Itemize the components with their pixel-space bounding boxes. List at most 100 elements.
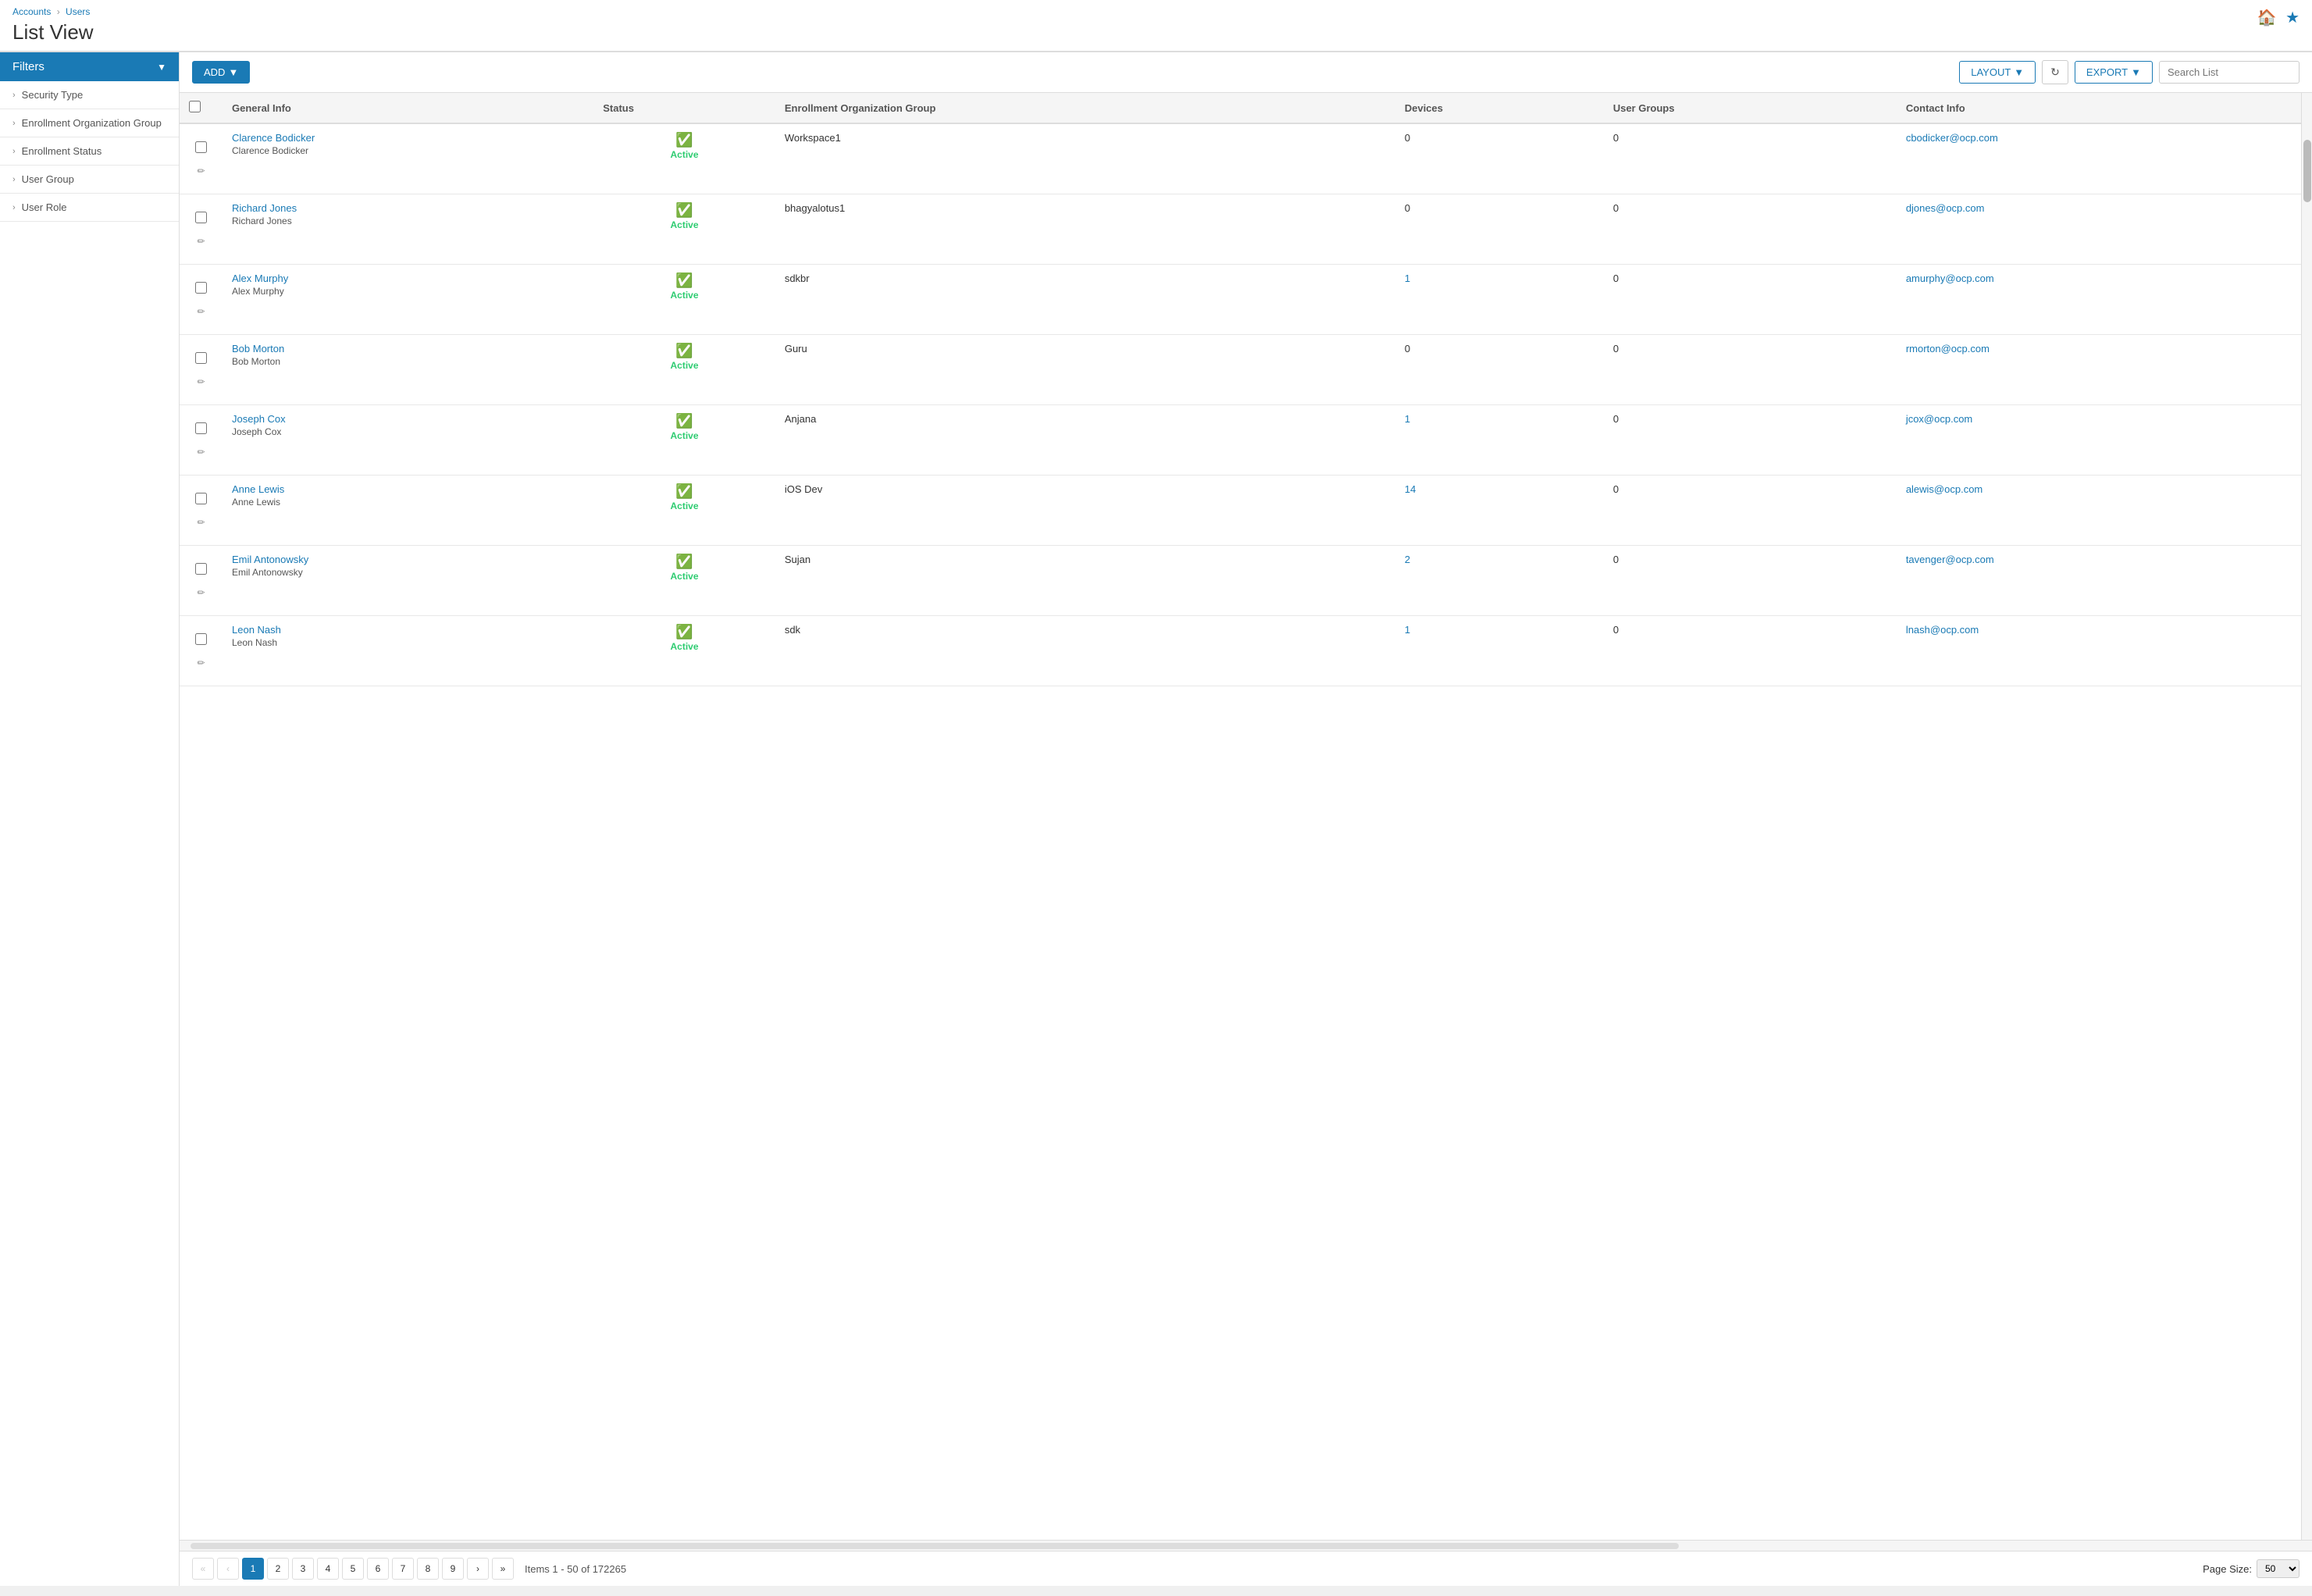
horizontal-scrollbar[interactable] [180,1540,2312,1551]
devices-cell: 0 [1395,335,1604,405]
next-page-button[interactable]: › [467,1558,489,1580]
star-icon[interactable]: ★ [2285,9,2300,27]
filter-user-role[interactable]: › User Role [0,194,179,222]
page-9-button[interactable]: 9 [442,1558,464,1580]
row-actions-cell: ✏ [180,194,223,265]
first-page-button[interactable]: « [192,1558,214,1580]
filter-enrollment-status[interactable]: › Enrollment Status [0,137,179,166]
filters-arrow-icon: ▼ [157,62,166,73]
contact-info-cell: rmorton@ocp.com [1897,335,2301,405]
edit-icon[interactable]: ✏ [197,236,205,247]
edit-icon[interactable]: ✏ [197,447,205,458]
row-checkbox[interactable] [195,422,207,434]
chevron-icon: › [12,175,16,184]
general-info-cell: Emil Antonowsky Emil Antonowsky [223,546,593,616]
filter-security-type[interactable]: › Security Type [0,81,179,109]
prev-page-button[interactable]: ‹ [217,1558,239,1580]
edit-icon[interactable]: ✏ [197,376,205,387]
users-table: General Info Status Enrollment Organizat… [180,93,2301,686]
add-button[interactable]: ADD ▼ [192,61,250,84]
hscroll-thumb[interactable] [191,1543,1679,1549]
edit-icon[interactable]: ✏ [197,166,205,176]
org-cell: Anjana [775,405,1395,476]
email-link[interactable]: amurphy@ocp.com [1906,273,1994,284]
page-1-button[interactable]: 1 [242,1558,264,1580]
refresh-button[interactable]: ↻ [2042,60,2068,84]
user-name-link[interactable]: Anne Lewis [232,483,584,495]
row-checkbox[interactable] [195,563,207,575]
devices-count: 0 [1405,132,1410,144]
user-name-link[interactable]: Leon Nash [232,624,584,636]
search-input[interactable] [2159,61,2300,84]
page-3-button[interactable]: 3 [292,1558,314,1580]
user-name-link[interactable]: Richard Jones [232,202,584,214]
edit-icon[interactable]: ✏ [197,517,205,528]
email-link[interactable]: djones@ocp.com [1906,202,1985,214]
filter-user-group[interactable]: › User Group [0,166,179,194]
user-groups-count: 0 [1613,483,1619,495]
filters-header[interactable]: Filters ▼ [0,52,179,81]
table-row: ✏ Alex Murphy Alex Murphy ✅ Active sdkbr [180,265,2301,335]
page-5-button[interactable]: 5 [342,1558,364,1580]
vertical-scrollbar[interactable] [2301,93,2312,1540]
page-size-select[interactable]: 25 50 100 200 [2257,1559,2300,1578]
home-icon[interactable]: 🏠 [2257,9,2277,27]
status-text: Active [671,360,699,371]
row-checkbox[interactable] [195,633,207,645]
user-name-link[interactable]: Clarence Bodicker [232,132,584,144]
email-link[interactable]: lnash@ocp.com [1906,624,1979,636]
main-content: ADD ▼ LAYOUT ▼ ↻ EXPORT ▼ [180,52,2312,1586]
row-checkbox[interactable] [195,493,207,504]
user-name-plain: Joseph Cox [232,426,584,437]
edit-icon[interactable]: ✏ [197,657,205,668]
select-all-checkbox[interactable] [189,101,201,112]
contact-info-cell: lnash@ocp.com [1897,616,2301,686]
edit-icon[interactable]: ✏ [197,587,205,598]
table-wrapper: General Info Status Enrollment Organizat… [180,93,2312,1540]
breadcrumb: Accounts › Users [12,6,2300,17]
email-link[interactable]: tavenger@ocp.com [1906,554,1994,565]
last-page-button[interactable]: » [492,1558,514,1580]
row-checkbox[interactable] [195,141,207,153]
contact-info-cell: tavenger@ocp.com [1897,546,2301,616]
layout-button[interactable]: LAYOUT ▼ [1959,61,2036,84]
page-7-button[interactable]: 7 [392,1558,414,1580]
chevron-icon: › [12,147,16,156]
row-checkbox[interactable] [195,282,207,294]
filter-enrollment-org[interactable]: › Enrollment Organization Group [0,109,179,137]
org-cell: Sujan [775,546,1395,616]
org-cell: sdk [775,616,1395,686]
table-row: ✏ Emil Antonowsky Emil Antonowsky ✅ Acti… [180,546,2301,616]
user-name-plain: Emil Antonowsky [232,567,584,578]
status-cell: ✅ Active [593,546,775,616]
table-row: ✏ Joseph Cox Joseph Cox ✅ Active Anjana [180,405,2301,476]
email-link[interactable]: rmorton@ocp.com [1906,343,1990,354]
email-link[interactable]: alewis@ocp.com [1906,483,1982,495]
toolbar: ADD ▼ LAYOUT ▼ ↻ EXPORT ▼ [180,52,2312,93]
user-name-link[interactable]: Joseph Cox [232,413,584,425]
filter-label: User Group [22,173,74,185]
devices-cell: 2 [1395,546,1604,616]
email-link[interactable]: cbodicker@ocp.com [1906,132,1998,144]
user-name-link[interactable]: Emil Antonowsky [232,554,584,565]
row-checkbox[interactable] [195,212,207,223]
page-4-button[interactable]: 4 [317,1558,339,1580]
edit-icon[interactable]: ✏ [197,306,205,317]
page-2-button[interactable]: 2 [267,1558,289,1580]
breadcrumb-users[interactable]: Users [66,6,90,17]
page-6-button[interactable]: 6 [367,1558,389,1580]
filter-label: Enrollment Organization Group [22,117,162,129]
devices-cell: 14 [1395,476,1604,546]
page-8-button[interactable]: 8 [417,1558,439,1580]
devices-cell: 0 [1395,123,1604,194]
col-general-info: General Info [223,93,593,123]
user-name-link[interactable]: Alex Murphy [232,273,584,284]
email-link[interactable]: jcox@ocp.com [1906,413,1972,425]
scrollbar-thumb[interactable] [2303,140,2311,202]
export-button[interactable]: EXPORT ▼ [2075,61,2153,84]
user-name-link[interactable]: Bob Morton [232,343,584,354]
row-checkbox[interactable] [195,352,207,364]
breadcrumb-accounts[interactable]: Accounts [12,6,51,17]
select-all-header[interactable] [180,93,223,123]
user-groups-count: 0 [1613,343,1619,354]
